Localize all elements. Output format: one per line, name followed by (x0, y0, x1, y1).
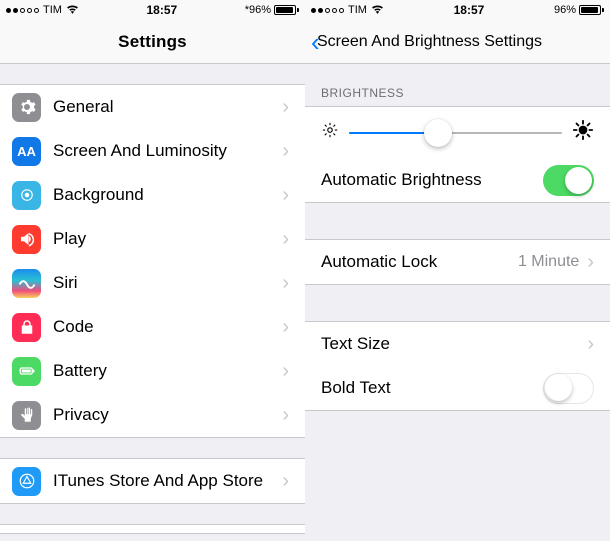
row-label: General (53, 97, 282, 117)
row-wallpaper[interactable]: Background › (0, 173, 305, 217)
sun-high-icon (572, 119, 594, 146)
brightness-slider[interactable] (349, 132, 562, 134)
battery-pct-label: 96% (554, 4, 576, 16)
battery-pct-label: *96% (245, 4, 271, 16)
settings-list[interactable]: General › AA Screen And Luminosity › Bac… (0, 64, 305, 541)
row-sounds[interactable]: Play › (0, 217, 305, 261)
wifi-icon (371, 4, 384, 17)
row-label: Screen And Luminosity (53, 141, 282, 161)
battery-row-icon (12, 357, 41, 386)
status-bar: TIM 18:57 *96% (0, 0, 305, 20)
page-title: Settings (118, 32, 187, 52)
chevron-right-icon: › (282, 360, 289, 383)
text-size-icon: AA (12, 137, 41, 166)
appstore-icon (12, 467, 41, 496)
wifi-icon (66, 4, 79, 17)
section-header-brightness: BRIGHTNESS (305, 64, 610, 106)
chevron-right-icon: › (282, 470, 289, 493)
row-general[interactable]: General › (0, 85, 305, 129)
chevron-left-icon: ‹ (311, 29, 320, 55)
auto-brightness-toggle[interactable] (543, 165, 594, 196)
nav-bar: Settings (0, 20, 305, 64)
page-title: Screen And Brightness Settings (317, 33, 542, 51)
row-label: Play (53, 229, 282, 249)
row-display[interactable]: AA Screen And Luminosity › (0, 129, 305, 173)
chevron-right-icon: › (282, 272, 289, 295)
bold-text-toggle[interactable] (543, 373, 594, 404)
gear-icon (12, 93, 41, 122)
row-label: Text Size (321, 334, 587, 354)
settings-root-screen: TIM 18:57 *96% Settings General › (0, 0, 305, 541)
row-label: Bold Text (321, 378, 543, 398)
row-battery[interactable]: Battery › (0, 349, 305, 393)
signal-strength-icon (6, 8, 39, 13)
speaker-icon (12, 225, 41, 254)
hand-icon (12, 401, 41, 430)
back-button[interactable]: ‹ (311, 29, 322, 55)
row-label: Privacy (53, 405, 282, 425)
slider-thumb[interactable] (424, 119, 452, 147)
battery-icon (274, 5, 299, 15)
carrier-label: TIM (43, 4, 62, 16)
row-auto-brightness: Automatic Brightness (305, 158, 610, 202)
row-code[interactable]: Code › (0, 305, 305, 349)
chevron-right-icon: › (282, 404, 289, 427)
chevron-right-icon: › (587, 251, 594, 274)
brightness-content[interactable]: BRIGHTNESS Automatic Brightness (305, 64, 610, 541)
nav-bar: ‹ Screen And Brightness Settings (305, 20, 610, 64)
clock-label: 18:57 (454, 3, 485, 17)
chevron-right-icon: › (282, 184, 289, 207)
battery-icon (579, 5, 604, 15)
chevron-right-icon: › (282, 316, 289, 339)
row-label: Background (53, 185, 282, 205)
row-label: Code (53, 317, 282, 337)
row-auto-lock[interactable]: Automatic Lock 1 Minute › (305, 240, 610, 284)
carrier-label: TIM (348, 4, 367, 16)
row-bold-text: Bold Text (305, 366, 610, 410)
row-value: 1 Minute (518, 253, 579, 271)
row-label: Automatic Lock (321, 252, 518, 272)
siri-icon (12, 269, 41, 298)
row-label: Automatic Brightness (321, 170, 543, 190)
lock-icon (12, 313, 41, 342)
row-itunes-store[interactable]: ITunes Store And App Store › (0, 459, 305, 503)
chevron-right-icon: › (282, 96, 289, 119)
chevron-right-icon: › (282, 228, 289, 251)
sun-low-icon (321, 121, 339, 144)
clock-label: 18:57 (146, 3, 177, 17)
row-label: Siri (53, 273, 282, 293)
row-label: ITunes Store And App Store (53, 471, 282, 491)
status-bar: TIM 18:57 96% (305, 0, 610, 20)
row-text-size[interactable]: Text Size › (305, 322, 610, 366)
signal-strength-icon (311, 8, 344, 13)
chevron-right-icon: › (587, 333, 594, 356)
chevron-right-icon: › (282, 140, 289, 163)
row-siri[interactable]: Siri › (0, 261, 305, 305)
row-label: Battery (53, 361, 282, 381)
brightness-slider-row (305, 107, 610, 158)
brightness-settings-screen: TIM 18:57 96% ‹ Screen And Brightness Se… (305, 0, 610, 541)
wallpaper-icon (12, 181, 41, 210)
row-privacy[interactable]: Privacy › (0, 393, 305, 437)
